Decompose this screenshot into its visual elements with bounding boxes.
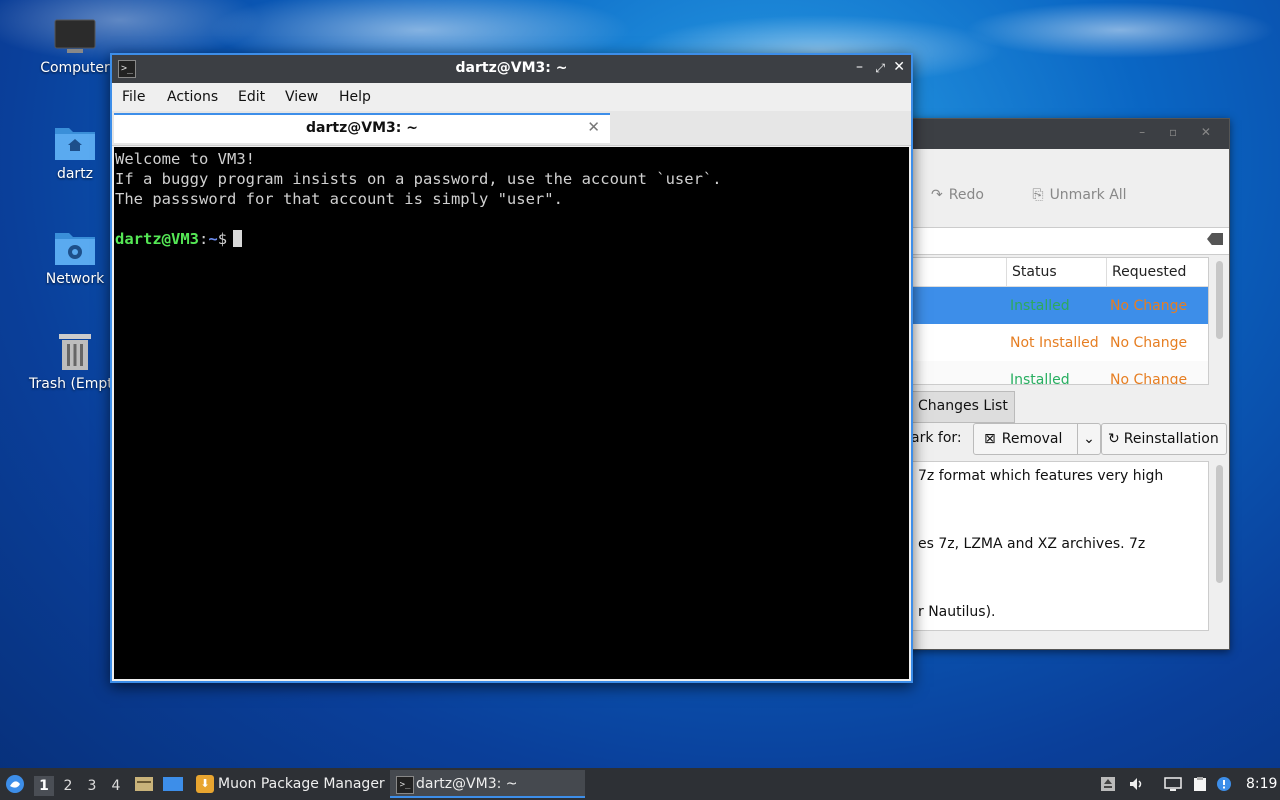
muon-titlebar[interactable]: – ▫ ✕ — [881, 119, 1229, 149]
menu-actions[interactable]: Actions — [167, 89, 218, 105]
menu-view[interactable]: View — [285, 89, 318, 105]
reinstallation-label: Reinstallation — [1123, 431, 1219, 447]
clock[interactable]: 8:19 — [1246, 768, 1277, 800]
reinstallation-button[interactable]: ↻ Reinstallation — [1101, 423, 1227, 455]
terminal-app-icon: >_ — [396, 776, 414, 794]
removal-icon: ⊠ — [984, 431, 996, 447]
desktop-icon-label: Computer — [40, 60, 110, 76]
column-header-requested[interactable]: Requested — [1112, 264, 1186, 280]
clear-search-icon[interactable] — [1207, 233, 1223, 245]
taskbar-task-muon[interactable]: ⬇ Muon Package Manager — [192, 770, 408, 798]
network-folder-icon — [55, 233, 95, 265]
file-manager-icon[interactable] — [134, 775, 154, 793]
chevron-down-icon[interactable]: ⌄ — [1077, 424, 1100, 454]
home-folder-icon — [55, 128, 95, 160]
menu-file[interactable]: File — [122, 89, 145, 105]
network-tray-icon[interactable] — [1164, 776, 1182, 792]
tab-label: dartz@VM3: ~ — [306, 120, 418, 136]
tab-close-icon[interactable]: ✕ — [587, 118, 600, 136]
start-menu-icon[interactable] — [4, 774, 26, 794]
trash-icon — [59, 334, 91, 370]
text-cursor — [233, 230, 243, 247]
package-search-input[interactable] — [881, 227, 1229, 255]
desktop-icon-label: Network — [45, 271, 105, 287]
prompt-path: ~ — [208, 230, 218, 248]
notification-icon[interactable] — [1216, 776, 1232, 792]
workspace-2[interactable]: 2 — [58, 776, 78, 796]
workspace-4[interactable]: 4 — [106, 776, 126, 796]
table-row[interactable]: Installed No Change — [882, 287, 1208, 324]
redo-button[interactable]: ↷ Redo — [931, 187, 1006, 203]
close-icon[interactable]: ✕ — [893, 59, 905, 75]
clipboard-icon[interactable] — [1192, 776, 1208, 792]
table-scrollbar[interactable] — [1216, 261, 1223, 339]
workspace-3[interactable]: 3 — [82, 776, 102, 796]
table-row[interactable]: Installed No Change — [882, 361, 1208, 385]
updates-icon[interactable] — [1100, 776, 1116, 792]
row-status: Installed — [1010, 298, 1070, 314]
window-title: dartz@VM3: ~ — [455, 60, 568, 76]
terminal-screen[interactable]: Welcome to VM3! If a buggy program insis… — [114, 147, 909, 679]
terminal-menubar: File Actions Edit View Help — [112, 83, 911, 111]
desktop-icon-label: Trash (Empt — [29, 376, 113, 392]
minimize-icon[interactable]: – — [856, 59, 863, 75]
prompt-symbol: $ — [217, 230, 228, 248]
terminal-line: If a buggy program insists on a password… — [115, 170, 722, 188]
terminal-line: Welcome to VM3! — [115, 150, 255, 168]
computer-icon — [54, 19, 96, 53]
row-requested: No Change — [1110, 335, 1188, 351]
terminal-prompt: dartz@VM3:~$ — [115, 229, 909, 249]
volume-icon[interactable] — [1128, 776, 1144, 792]
taskbar: 1 2 3 4 ⬇ Muon Package Manager >_ dartz@… — [0, 768, 1280, 800]
row-status: Installed — [1010, 372, 1070, 385]
muon-toolbar: ↷ Redo ⎘ Unmark All — [931, 187, 1171, 203]
terminal-titlebar[interactable]: >_ dartz@VM3: ~ – ⤢ ✕ — [112, 55, 911, 83]
description-line: 7z format which features very high — [918, 468, 1164, 484]
package-description: 7z format which features very high es 7z… — [881, 461, 1209, 631]
redo-icon: ↷ — [931, 187, 943, 203]
table-row[interactable]: Not Installed No Change — [882, 324, 1208, 361]
show-desktop-icon[interactable] — [162, 775, 184, 793]
terminal-tab[interactable]: dartz@VM3: ~ ✕ — [114, 113, 610, 143]
taskbar-task-terminal[interactable]: >_ dartz@VM3: ~ — [390, 770, 585, 798]
muon-app-icon: ⬇ — [196, 775, 214, 793]
unmark-all-label: Unmark All — [1049, 187, 1127, 203]
column-header-status[interactable]: Status — [1012, 264, 1057, 280]
mark-for-label: ark for: — [911, 430, 962, 446]
unmark-icon: ⎘ — [1032, 187, 1044, 203]
table-header: Status Requested — [882, 258, 1208, 287]
unmark-all-button[interactable]: ⎘ Unmark All — [1032, 187, 1148, 203]
redo-label: Redo — [948, 187, 984, 203]
menu-edit[interactable]: Edit — [238, 89, 265, 105]
terminal-window[interactable]: >_ dartz@VM3: ~ – ⤢ ✕ File Actions Edit … — [110, 53, 913, 683]
desktop-icon-label: dartz — [56, 166, 94, 182]
muon-window-buttons[interactable]: – ▫ ✕ — [1139, 125, 1221, 139]
maximize-icon[interactable]: ⤢ — [875, 61, 885, 76]
prompt-user: dartz@VM3 — [115, 230, 199, 248]
terminal-tabbar: dartz@VM3: ~ ✕ — [112, 111, 911, 146]
row-status: Not Installed — [1010, 335, 1099, 351]
description-line: es 7z, LZMA and XZ archives. 7z — [918, 536, 1146, 552]
terminal-line: The passsword for that account is simply… — [115, 190, 563, 208]
description-line: r Nautilus). — [918, 604, 996, 620]
row-requested: No Change — [1110, 372, 1188, 385]
task-label: dartz@VM3: ~ — [416, 776, 518, 792]
muon-window[interactable]: – ▫ ✕ ↷ Redo ⎘ Unmark All Status Requested… — [880, 118, 1230, 650]
removal-label: Removal — [1001, 431, 1063, 447]
tab-changes-list[interactable]: Changes List — [911, 391, 1015, 423]
row-requested: No Change — [1110, 298, 1188, 314]
removal-button[interactable]: ⊠ Removal ⌄ — [973, 423, 1101, 455]
menu-help[interactable]: Help — [339, 89, 371, 105]
task-label: Muon Package Manager — [218, 776, 385, 792]
description-scrollbar[interactable] — [1216, 465, 1223, 583]
prompt-sep: : — [199, 230, 209, 248]
reload-icon: ↻ — [1108, 431, 1120, 447]
workspace-1[interactable]: 1 — [34, 776, 54, 796]
package-table: Status Requested Installed No Change Not… — [881, 257, 1209, 385]
